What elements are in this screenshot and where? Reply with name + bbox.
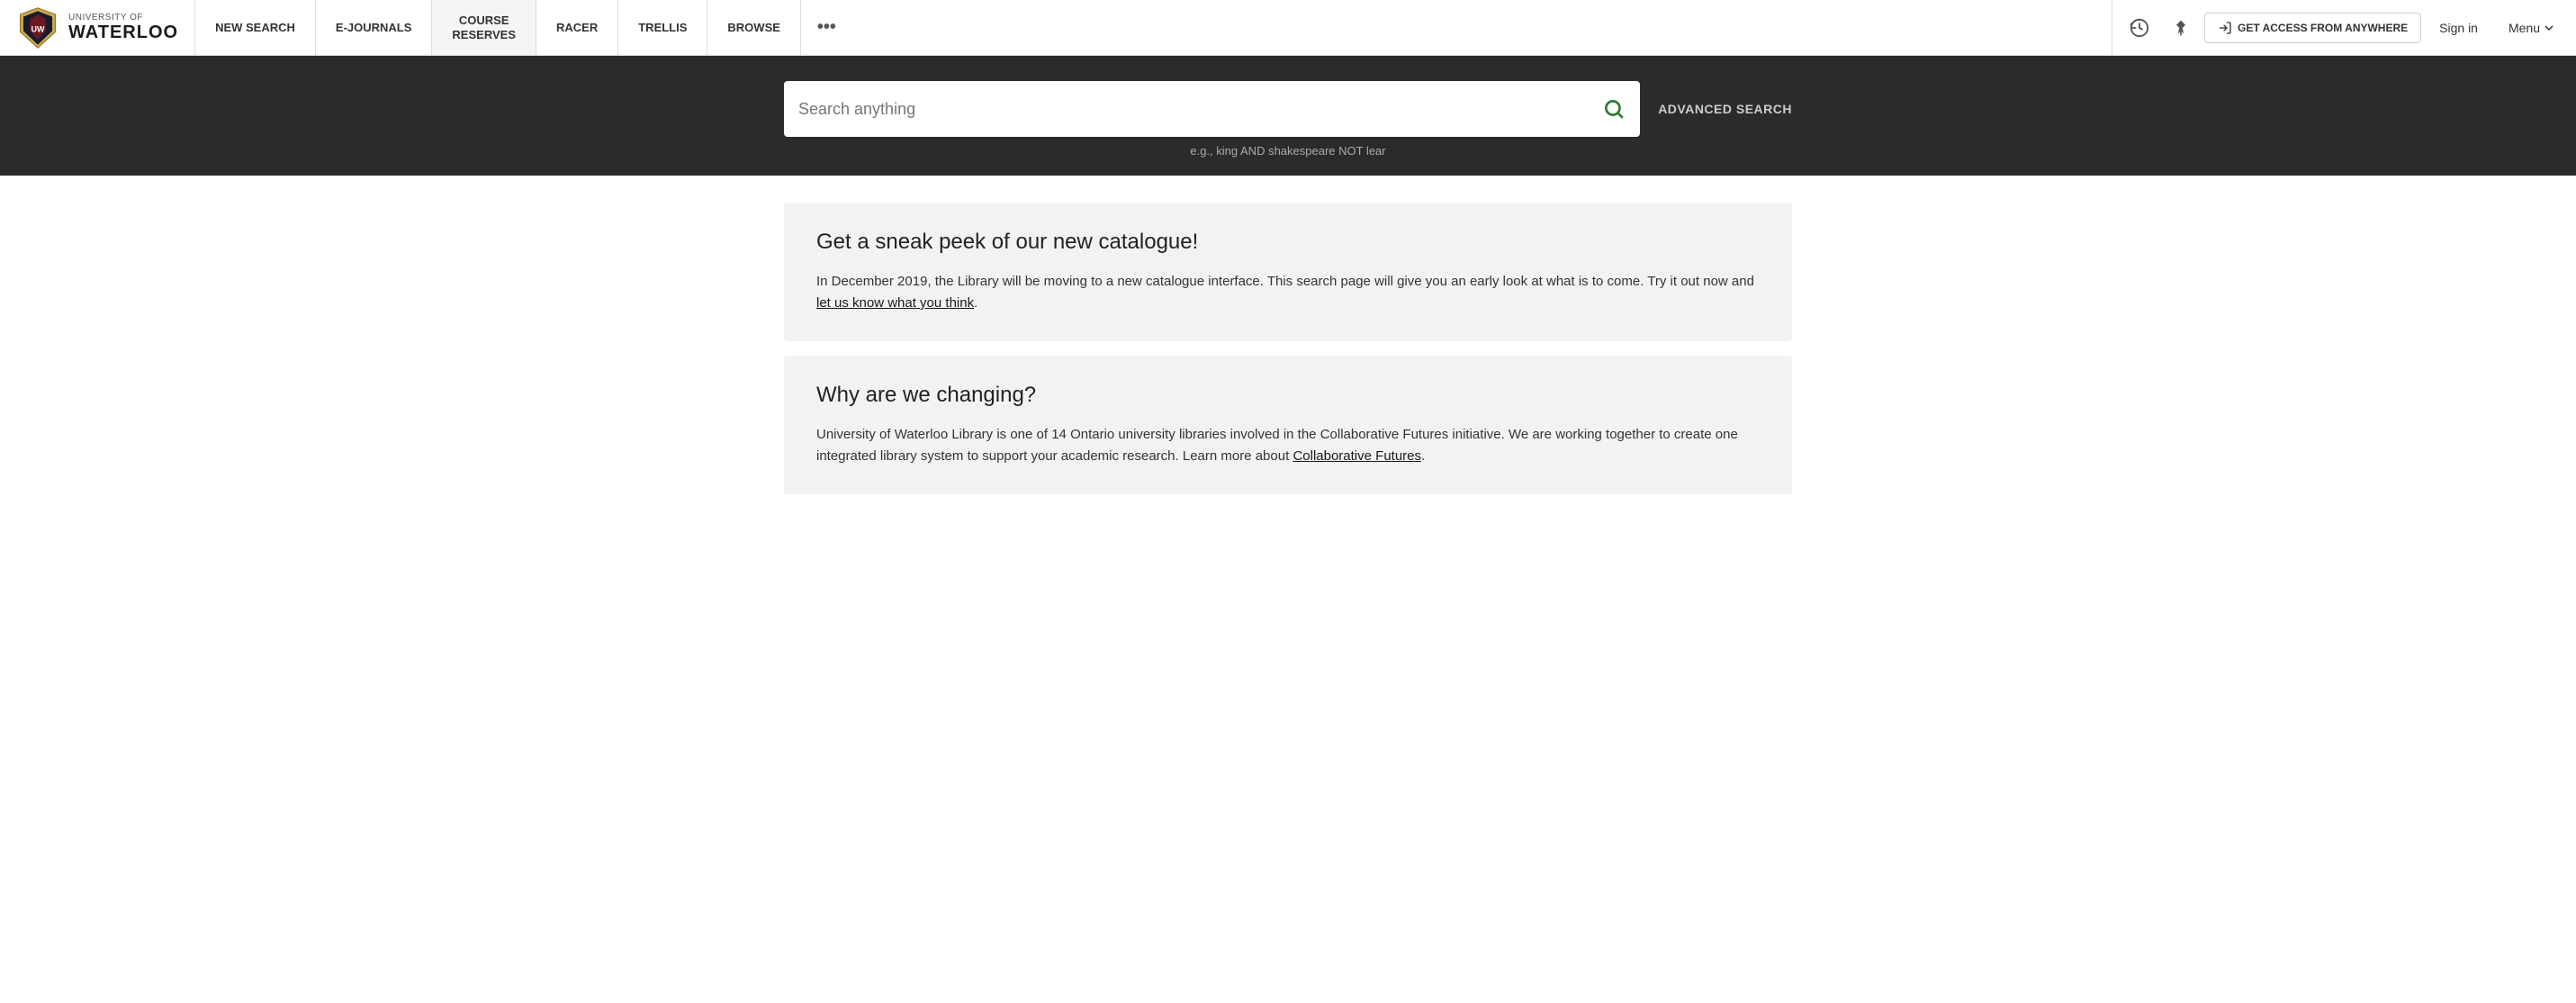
logo-shield-icon: UW (16, 6, 59, 50)
logo[interactable]: UW UNIVERSITY OF WATERLOO (0, 0, 194, 55)
search-hero: ADVANCED SEARCH e.g., king AND shakespea… (0, 56, 2576, 176)
get-access-button[interactable]: GET ACCESS FROM ANYWHERE (2204, 13, 2421, 43)
nav-item-browse[interactable]: BROWSE (707, 0, 800, 55)
nav-item-racer[interactable]: RACER (536, 0, 617, 55)
chevron-down-icon (2544, 23, 2554, 33)
search-icon (1602, 97, 1626, 121)
sneak-peek-link[interactable]: let us know what you think (816, 295, 974, 311)
sneak-peek-card: Get a sneak peek of our new catalogue! I… (784, 203, 1792, 341)
search-container: ADVANCED SEARCH (766, 81, 1810, 137)
why-changing-body: University of Waterloo Library is one of… (816, 424, 1760, 467)
main-nav: UW UNIVERSITY OF WATERLOO NEW SEARCH E-J… (0, 0, 2576, 56)
why-changing-heading: Why are we changing? (816, 383, 1760, 408)
nav-more-button[interactable]: ••• (800, 0, 852, 55)
why-changing-card: Why are we changing? University of Water… (784, 356, 1792, 494)
collaborative-futures-link[interactable]: Collaborative Futures (1293, 448, 1421, 464)
why-changing-body-after: . (1421, 448, 1425, 464)
history-icon[interactable] (2121, 10, 2157, 46)
sneak-peek-body-after: . (974, 295, 977, 311)
nav-right: GET ACCESS FROM ANYWHERE Sign in Menu (2112, 0, 2576, 55)
logo-waterloo: WATERLOO (68, 23, 178, 42)
search-box (784, 81, 1640, 137)
logo-univ-of: UNIVERSITY OF (68, 13, 178, 23)
search-hint: e.g., king AND shakespeare NOT lear (766, 144, 1810, 158)
main-content: Get a sneak peek of our new catalogue! I… (766, 203, 1810, 494)
search-button[interactable] (1602, 97, 1626, 121)
pin-icon[interactable] (2163, 10, 2199, 46)
login-icon (2218, 21, 2232, 35)
sneak-peek-body-before: In December 2019, the Library will be mo… (816, 274, 1754, 289)
get-access-label: GET ACCESS FROM ANYWHERE (2238, 22, 2408, 34)
svg-text:UW: UW (32, 24, 45, 33)
nav-links: NEW SEARCH E-JOURNALS COURSE RESERVES RA… (194, 0, 2112, 55)
why-changing-body-before: University of Waterloo Library is one of… (816, 427, 1738, 464)
menu-button[interactable]: Menu (2496, 21, 2567, 35)
sneak-peek-body: In December 2019, the Library will be mo… (816, 271, 1760, 314)
nav-item-trellis[interactable]: TRELLIS (617, 0, 707, 55)
search-input[interactable] (798, 100, 1602, 119)
nav-item-new-search[interactable]: NEW SEARCH (194, 0, 315, 55)
nav-item-course-reserves[interactable]: COURSE RESERVES (431, 0, 536, 55)
nav-item-e-journals[interactable]: E-JOURNALS (315, 0, 432, 55)
sign-in-button[interactable]: Sign in (2427, 21, 2490, 35)
sneak-peek-heading: Get a sneak peek of our new catalogue! (816, 230, 1760, 255)
advanced-search-link[interactable]: ADVANCED SEARCH (1658, 102, 1792, 116)
